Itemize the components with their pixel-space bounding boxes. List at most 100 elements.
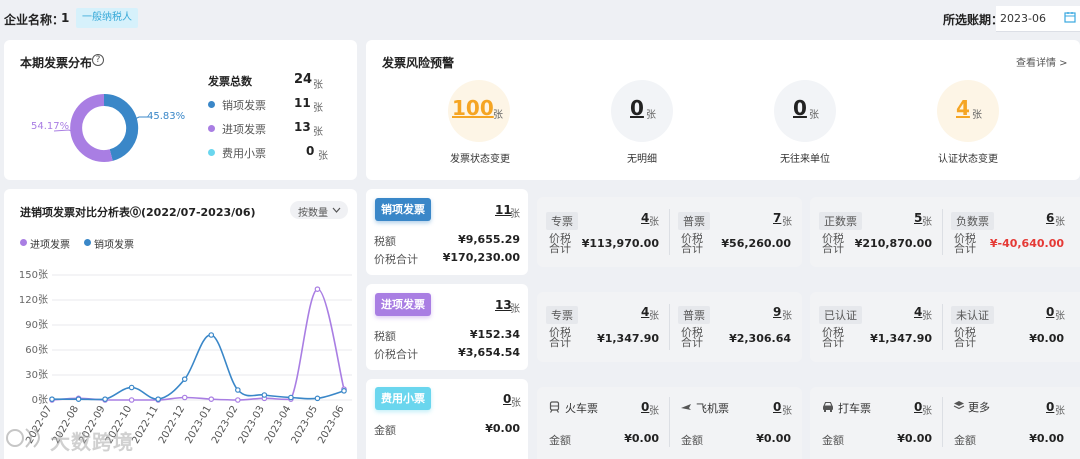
sales-dot-icon — [208, 101, 215, 108]
cell-count[interactable]: 7 — [773, 211, 781, 225]
data-point — [235, 397, 241, 403]
cell-amount-label: 金额 — [681, 434, 703, 447]
risk-status-change-circle[interactable]: 100 张 — [448, 80, 510, 142]
purchase-type-panel: 专票 4 张 价税合计 ¥1,347.90 普票 9 张 价税合计 ¥2,306… — [537, 292, 802, 362]
sales-tax-value: ¥9,655.29 — [458, 233, 520, 246]
divider — [669, 209, 670, 255]
cell-unit: 张 — [922, 406, 932, 417]
sales-badge[interactable]: 销项发票 — [375, 198, 431, 221]
cell-label: 更多 — [968, 401, 990, 414]
risk-no-counterparty-circle[interactable]: 0 张 — [774, 80, 836, 142]
y-tick-label: 0张 — [32, 394, 48, 406]
data-point — [181, 376, 188, 382]
data-point — [235, 387, 241, 393]
cell-amount-label: 金额 — [549, 434, 571, 447]
cell-amount-label: 金额 — [822, 434, 844, 447]
cell-tag: 专票 — [546, 212, 578, 230]
cell-tag: 负数票 — [951, 212, 994, 230]
cell-amount: ¥0.00 — [1029, 432, 1064, 445]
data-point — [261, 392, 268, 398]
distribution-card: 本期发票分布 ? 45.83% 54.17% 发票总数 24 张 销项发票 11… — [4, 40, 357, 180]
total-label: 发票总数 — [208, 75, 252, 88]
data-point — [314, 395, 321, 402]
risk-no-detail-circle[interactable]: 0 张 — [611, 80, 673, 142]
divider — [669, 304, 670, 350]
cell-amount: ¥113,970.00 — [581, 237, 659, 250]
data-point — [128, 397, 135, 403]
cell-label: 价税合计 — [822, 232, 844, 255]
purchase-summary-card: 进项发票 13 张 税额 ¥152.34 价税合计 ¥3,654.54 — [366, 284, 528, 370]
purchase-auth-panel: 已认证 4 张 价税合计 ¥1,347.90 未认证 0 张 价税合计 ¥0.0… — [810, 292, 1080, 362]
pct-left-label: 54.17% — [31, 121, 69, 132]
cell-label: 价税合计 — [549, 232, 571, 255]
legend-label: 进项发票 — [30, 240, 70, 251]
purchase-unit: 张 — [510, 304, 520, 315]
x-tick-label: 2023-06 — [316, 404, 346, 446]
cell-label: 价税合计 — [549, 326, 571, 349]
cell-unit: 张 — [782, 217, 792, 228]
divider — [942, 397, 943, 447]
cell-count[interactable]: 6 — [1046, 211, 1054, 225]
cell-count[interactable]: 0 — [773, 400, 781, 414]
period-picker[interactable]: 2023-06 — [996, 6, 1080, 32]
risk-label: 无往来单位 — [780, 154, 830, 165]
risk-label: 无明细 — [627, 154, 657, 165]
cell-tag: 普票 — [678, 306, 710, 324]
cell-label: 价税合计 — [954, 326, 976, 349]
sort-label: 按数量 — [298, 208, 328, 219]
sales-type-panel: 专票 4 张 价税合计 ¥113,970.00 普票 7 张 价税合计 ¥56,… — [537, 197, 802, 267]
total-unit: 张 — [313, 80, 323, 91]
dist-item-unit: 张 — [313, 103, 323, 114]
purchase-total-label: 价税合计 — [374, 348, 418, 361]
expense-summary-card: 费用小票 0 张 金额 ¥0.00 — [366, 379, 528, 459]
sales-tax-label: 税额 — [374, 235, 396, 248]
y-tick-label: 120张 — [19, 294, 48, 306]
purchase-tax-value: ¥152.34 — [469, 328, 520, 341]
cell-count[interactable]: 0 — [1046, 400, 1054, 414]
cell-amount: ¥0.00 — [1029, 332, 1064, 345]
cell-amount: ¥56,260.00 — [721, 237, 791, 250]
cell-label: 打车票 — [838, 402, 871, 415]
risk-label: 认证状态变更 — [938, 154, 998, 165]
risk-unit: 张 — [646, 110, 656, 121]
header-bar: 企业名称： 1 一般纳税人 所选账期： 2023-06 — [0, 0, 1080, 36]
sort-dropdown[interactable]: 按数量 — [290, 201, 348, 219]
compare-card: 进销项发票对比分析表⓪(2022/07-2023/06) 按数量 进项发票 销项… — [4, 189, 357, 459]
legend-label: 销项发票 — [94, 240, 134, 251]
risk-detail-link[interactable]: 查看详情 > — [1016, 54, 1068, 69]
sales-sign-panel: 正数票 5 张 价税合计 ¥210,870.00 负数票 6 张 价税合计 ¥-… — [810, 197, 1080, 267]
expense-badge[interactable]: 费用小票 — [375, 387, 431, 410]
data-point — [181, 394, 188, 401]
purchase-badge[interactable]: 进项发票 — [375, 293, 431, 316]
dist-item-value: 11 — [294, 96, 311, 110]
company-name: 1 — [61, 11, 70, 25]
sales-summary-card: 销项发票 11 张 税额 ¥9,655.29 价税合计 ¥170,230.00 — [366, 189, 528, 275]
expense-unit: 张 — [511, 398, 521, 409]
data-point — [288, 394, 294, 401]
cell-label: 价税合计 — [681, 326, 703, 349]
dist-item-value: 13 — [294, 120, 311, 134]
cell-tag: 普票 — [678, 212, 710, 230]
risk-unit: 张 — [809, 110, 819, 121]
cell-unit: 张 — [1055, 406, 1065, 417]
cell-count[interactable]: 0 — [1046, 305, 1054, 319]
purchase-tax-label: 税额 — [374, 330, 396, 343]
cell-amount: ¥2,306.64 — [729, 332, 791, 345]
watermark-text: 大数跨境 — [50, 430, 134, 454]
watermark: 大数跨境 — [6, 423, 146, 454]
chevron-down-icon — [332, 207, 341, 213]
divider — [942, 209, 943, 255]
risk-auth-change-circle[interactable]: 4 张 — [937, 80, 999, 142]
cell-amount: ¥1,347.90 — [870, 332, 932, 345]
dist-item-unit: 张 — [313, 127, 323, 138]
cell-count[interactable]: 9 — [773, 305, 781, 319]
risk-card: 发票风险预警 查看详情 > 100 张 发票状态变更 0 张 无明细 0 张 无… — [366, 40, 1080, 180]
risk-title: 发票风险预警 — [382, 56, 455, 70]
expense-amount-label: 金额 — [374, 424, 396, 437]
data-point — [75, 396, 82, 402]
expense-amount-value: ¥0.00 — [485, 422, 520, 435]
dist-item-value: 0 — [306, 144, 315, 158]
help-icon[interactable]: ? — [92, 54, 104, 66]
divider — [669, 397, 670, 447]
cell-unit: 张 — [649, 311, 659, 322]
